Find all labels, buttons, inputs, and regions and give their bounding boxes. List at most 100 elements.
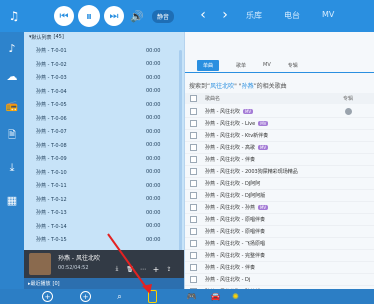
playlist-track-row[interactable]: 孙燕 - T-0-03 00:00 — [24, 71, 184, 84]
song-checkbox[interactable] — [190, 251, 197, 259]
playlist-track-row[interactable]: 孙燕 - T-0-06 00:00 — [24, 112, 184, 125]
track-duration: 00:00 — [146, 169, 161, 175]
left-nav-rail: ♪ ☁ 📻 🗎 ⤓ ▦ — [0, 32, 24, 289]
playlist-track-row[interactable]: 孙燕 - T-0-04 00:00 — [24, 85, 184, 98]
song-title: 孙燕 - 风往北吹 - 孙燕 MV — [205, 204, 269, 211]
song-checkbox[interactable] — [190, 215, 197, 223]
sun-icon[interactable]: ✺ — [230, 291, 241, 302]
playlist-track-row[interactable]: 孙燕 - T-0-15 00:00 — [24, 233, 184, 246]
playlist-track-row[interactable]: 孙燕 - T-0-14 00:00 — [24, 220, 184, 233]
track-name: 孙燕 - T-0-06 — [36, 115, 67, 122]
result-tabs: 单曲 歌单 MV 专辑 — [185, 59, 374, 71]
track-name: 孙燕 - T-0-12 — [36, 196, 67, 203]
playlist-track-row[interactable]: 孙燕 - T-0-10 00:00 — [24, 166, 184, 179]
radio-icon[interactable]: 📻 — [4, 98, 20, 114]
playlist-track-row[interactable]: 孙燕 - T-0-05 00:00 — [24, 98, 184, 111]
more-icon[interactable]: ⋯ — [138, 264, 148, 274]
tab-mv-results[interactable]: MV — [263, 62, 271, 68]
recent-plays-header[interactable]: ▸ 最近播放 [0] — [24, 278, 184, 289]
playlist-track-row[interactable]: 孙燕 - T-0-13 00:00 — [24, 206, 184, 219]
previous-track-button[interactable]: ⏮ — [54, 6, 74, 26]
track-name: 孙燕 - T-0-10 — [36, 169, 67, 176]
volume-icon[interactable]: 🔊 — [130, 9, 144, 23]
car-icon[interactable]: 🚘 — [210, 291, 221, 302]
back-arrow-icon[interactable]: ‹ — [196, 7, 210, 23]
song-checkbox[interactable] — [190, 143, 197, 151]
top-toolbar: ♫ ⏮ ⏸ ⏭ 🔊 静音 ‹ › 乐库 电台 MV — [0, 0, 374, 32]
song-checkbox[interactable] — [190, 179, 197, 187]
playlist-track-row[interactable]: 孙燕 - T-0-08 00:00 — [24, 139, 184, 152]
search-icon[interactable]: ⌕ — [114, 291, 125, 302]
playlist-scrollbar[interactable] — [179, 50, 182, 270]
track-name: 孙燕 - T-0-14 — [36, 223, 67, 230]
tab-songs[interactable]: 单曲 — [197, 59, 220, 71]
download-icon[interactable]: ⤓ — [4, 160, 20, 176]
song-checkbox[interactable] — [190, 191, 197, 199]
download-icon[interactable]: ⤓ — [112, 264, 122, 274]
recent-count: [0] — [52, 280, 60, 287]
result-tabs-underline — [185, 72, 374, 73]
now-playing-time: 00:52/04:52 — [58, 265, 89, 271]
song-checkbox[interactable] — [190, 167, 197, 175]
mobile-phone-icon[interactable] — [148, 290, 157, 303]
song-checkbox[interactable] — [190, 239, 197, 247]
track-duration: 00:00 — [146, 74, 161, 81]
playlist-track-row[interactable]: 孙燕 - T-0-12 00:00 — [24, 193, 184, 206]
track-duration: 00:00 — [146, 47, 161, 54]
mv-badge[interactable]: MV — [257, 204, 269, 210]
tab-albums[interactable]: 专辑 — [288, 62, 298, 69]
share-icon[interactable]: ⇪ — [164, 264, 174, 274]
song-checkbox[interactable] — [190, 119, 197, 127]
mv-badge[interactable]: MV — [257, 144, 269, 150]
results-table-header: 歌曲名 专辑 — [185, 93, 374, 104]
apps-grid-icon[interactable]: ▦ — [4, 192, 20, 208]
gamepad-icon[interactable]: 🎮 — [186, 291, 197, 302]
track-name: 孙燕 - T-0-15 — [36, 237, 67, 243]
add-icon[interactable]: + — [151, 264, 161, 274]
track-duration: 00:00 — [146, 209, 161, 216]
playlist-header[interactable]: ▾ 默认列表 [45] — [24, 32, 184, 42]
album-art[interactable] — [29, 253, 51, 275]
add-list-icon[interactable]: + — [80, 291, 91, 302]
cloud-icon[interactable]: ☁ — [4, 68, 20, 84]
song-checkbox[interactable] — [190, 107, 197, 115]
song-title: 孙燕 - 风往北吹 - 原唱伴奏 — [205, 216, 265, 223]
song-title: 孙燕 - 风往北吹 - 2003狗屎精彩现场精品 — [205, 168, 298, 175]
search-results-panel: 单曲 歌单 MV 专辑 搜索到“风往北吹" "孙燕”的相关歌曲 歌曲名 专辑 孙… — [185, 32, 374, 289]
document-icon[interactable]: 🗎 — [4, 128, 20, 144]
playlist-track-row[interactable]: 孙燕 - T-0-01 00:00 — [24, 44, 184, 57]
playlist-track-row[interactable]: 孙燕 - T-0-02 00:00 — [24, 58, 184, 71]
tab-mv[interactable]: MV — [322, 10, 334, 21]
add-song-icon[interactable]: + — [42, 291, 53, 302]
delete-icon[interactable]: 🗑 — [125, 264, 135, 274]
song-checkbox[interactable] — [190, 227, 197, 235]
song-checkbox[interactable] — [190, 155, 197, 163]
song-title: 孙燕 - 风往北吹 - DJ阿阿版 — [205, 192, 266, 199]
tab-playlists[interactable]: 歌单 — [236, 62, 246, 69]
playlist-track-row[interactable]: 孙燕 - T-0-09 00:00 — [24, 152, 184, 165]
song-title: 孙燕 - 风往北吹 - Ktv新伴奏 — [205, 132, 269, 139]
song-title: 孙燕 - 风往北吹 - 高歌 MV — [205, 144, 269, 151]
mv-badge[interactable]: MV — [242, 108, 254, 114]
now-playing-title: 孙燕 - 风往北吹 — [58, 255, 100, 262]
music-note-icon[interactable]: ♪ — [4, 40, 20, 56]
tab-library[interactable]: 乐库 — [246, 10, 262, 21]
song-checkbox[interactable] — [190, 131, 197, 139]
track-duration: 00:00 — [146, 142, 161, 148]
forward-arrow-icon[interactable]: › — [218, 7, 232, 23]
playlist-track-row[interactable]: 孙燕 - T-0-11 00:00 — [24, 179, 184, 192]
play-pause-button[interactable]: ⏸ — [78, 5, 100, 27]
tab-radio[interactable]: 电台 — [284, 10, 300, 21]
song-checkbox[interactable] — [190, 203, 197, 211]
song-checkbox[interactable] — [190, 275, 197, 283]
playlist-track-row[interactable]: 孙燕 - T-0-07 00:00 — [24, 125, 184, 138]
select-all-checkbox[interactable] — [190, 95, 197, 102]
track-name: 孙燕 - T-0-11 — [36, 183, 67, 189]
next-track-button[interactable]: ⏭ — [104, 6, 124, 26]
song-checkbox[interactable] — [190, 263, 197, 271]
mv-badge[interactable]: MV — [258, 120, 269, 126]
track-duration: 00:00 — [146, 61, 161, 67]
track-duration: 00:00 — [146, 88, 161, 94]
mute-toggle[interactable]: 静音 — [152, 10, 175, 23]
album-icon[interactable] — [345, 107, 352, 115]
